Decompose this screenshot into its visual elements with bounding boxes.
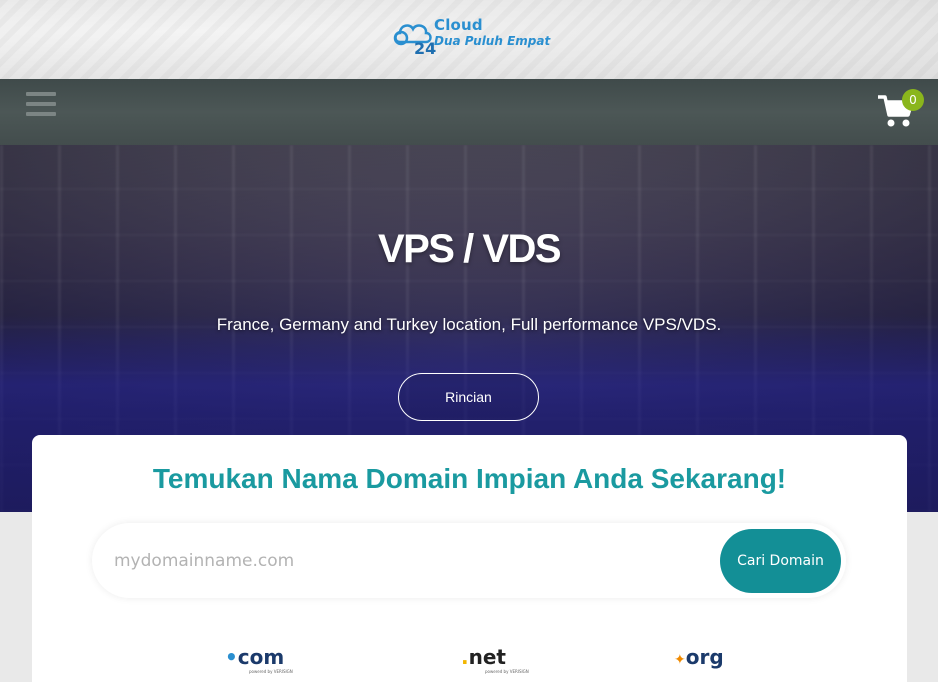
domain-search-title: Temukan Nama Domain Impian Anda Sekarang… [152,463,787,494]
cart-button[interactable]: 0 [876,87,928,127]
site-logo[interactable]: 24 Cloud Dua Puluh Empat [392,16,552,60]
tld-com-logo: •com powered by VERISIGN [225,645,293,674]
main-navbar: 0 [0,79,938,145]
domain-search-card: Temukan Nama Domain Impian Anda Sekarang… [32,435,907,682]
hamburger-menu-icon [26,92,56,96]
domain-search-input[interactable] [114,541,694,581]
hamburger-menu-button[interactable] [26,92,56,118]
logo-primary-text: Cloud [434,16,483,34]
tld-net-logo: .net powered by VERISIGN [461,645,529,674]
hero-subtitle: France, Germany and Turkey location, Ful… [216,315,722,334]
details-button[interactable]: Rincian [398,373,539,421]
tld-org-logo: ✦org [674,645,724,669]
svg-text:24: 24 [414,39,436,56]
hero-title: VPS / VDS [377,227,562,271]
cloud-logo-icon: 24 [393,24,436,56]
domain-search-box: Cari Domain [92,523,846,598]
search-domain-button[interactable]: Cari Domain [720,529,841,593]
logo-secondary-text: Dua Puluh Empat [434,34,551,48]
cart-count-badge: 0 [902,89,924,111]
header-logo-band: 24 Cloud Dua Puluh Empat [0,0,938,79]
